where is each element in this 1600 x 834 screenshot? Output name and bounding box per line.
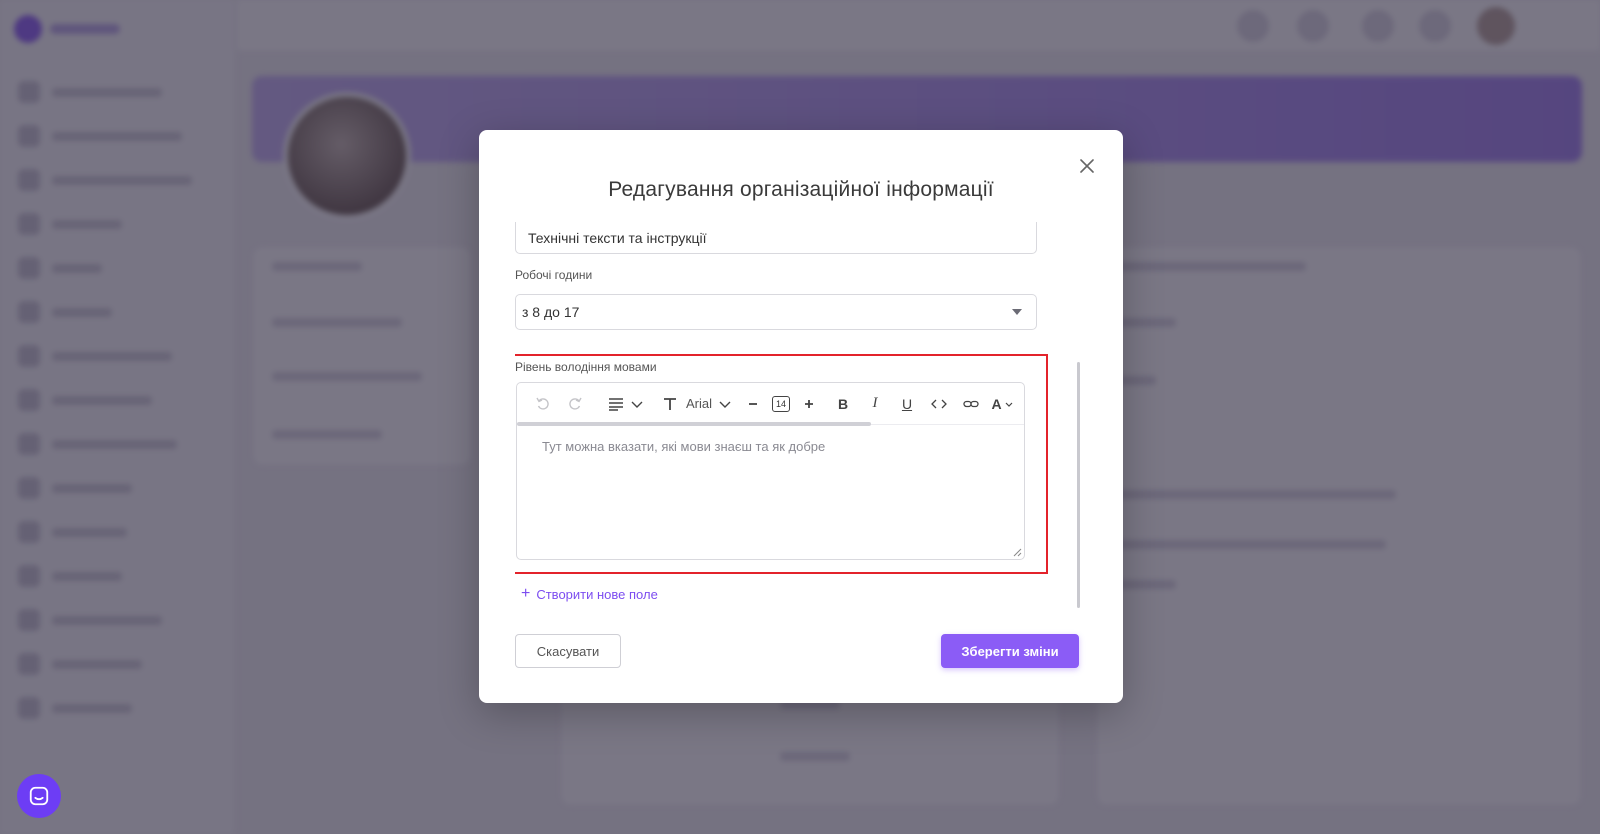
add-new-field-label: Створити нове поле <box>536 586 658 602</box>
languages-placeholder: Тут можна вказати, які мови знаєш та як … <box>542 439 826 454</box>
link-button[interactable] <box>955 390 987 418</box>
working-hours-label: Робочі години <box>515 268 593 282</box>
toolbar-scrollbar[interactable] <box>517 422 871 426</box>
code-icon <box>931 399 947 408</box>
specialization-value: Технічні тексти та інструкції <box>528 229 707 246</box>
close-icon <box>1080 159 1094 173</box>
redo-button[interactable] <box>559 390 591 418</box>
align-icon <box>609 397 623 411</box>
text-format-icon <box>664 397 676 410</box>
modal-title: Редагування організаційної інформації <box>608 178 994 201</box>
modal-scrollbar[interactable] <box>1077 362 1080 608</box>
bold-button[interactable]: B <box>827 390 859 418</box>
undo-button[interactable] <box>527 390 559 418</box>
chevron-down-icon <box>1005 402 1012 407</box>
underline-button[interactable]: U <box>891 390 923 418</box>
code-button[interactable] <box>923 390 955 418</box>
text-color-button[interactable]: A <box>987 390 1017 418</box>
font-size-value: 14 <box>771 395 790 412</box>
decrease-font-button[interactable] <box>739 390 767 418</box>
close-button[interactable] <box>1077 156 1097 176</box>
link-icon <box>963 400 979 407</box>
save-button[interactable]: Зберегти зміни <box>941 634 1079 668</box>
chevron-down-icon <box>1012 309 1022 315</box>
text-color-icon: A <box>991 395 1002 412</box>
text-style-button[interactable] <box>657 390 683 418</box>
chevron-down-icon <box>719 401 731 408</box>
modal-body: Технічні тексти та інструкції Робочі год… <box>515 222 1055 622</box>
chat-launcher-button[interactable] <box>17 774 61 818</box>
add-new-field-button[interactable]: + Створити нове поле <box>521 586 658 602</box>
font-family-value: Arial <box>685 396 712 411</box>
languages-label: Рівень володіння мовами <box>515 360 657 374</box>
chat-icon <box>29 786 49 806</box>
increase-font-button[interactable] <box>795 390 823 418</box>
languages-text-area[interactable]: Тут можна вказати, які мови знаєш та як … <box>517 425 1024 468</box>
resize-grip-icon[interactable] <box>1013 548 1022 557</box>
plus-icon: + <box>521 585 531 602</box>
font-family-dropdown[interactable]: Arial <box>683 390 735 418</box>
editor-toolbar: Arial 14 B I U A <box>517 383 1024 426</box>
working-hours-select[interactable]: з 8 до 17 <box>515 294 1037 330</box>
specialization-input[interactable]: Технічні тексти та інструкції <box>515 222 1037 254</box>
minus-icon <box>749 402 757 405</box>
edit-organization-modal: Редагування організаційної інформації Те… <box>479 130 1123 703</box>
font-size-field[interactable]: 14 <box>767 390 795 418</box>
languages-rich-text-editor: Arial 14 B I U A Тут можна вказати, які … <box>516 382 1025 560</box>
align-dropdown[interactable] <box>603 390 649 418</box>
chevron-down-icon <box>631 401 643 408</box>
italic-button[interactable]: I <box>859 390 891 418</box>
cancel-button[interactable]: Скасувати <box>515 634 621 668</box>
undo-icon <box>536 397 549 410</box>
plus-icon <box>805 399 813 408</box>
working-hours-value: з 8 до 17 <box>522 304 580 320</box>
redo-icon <box>569 397 582 410</box>
